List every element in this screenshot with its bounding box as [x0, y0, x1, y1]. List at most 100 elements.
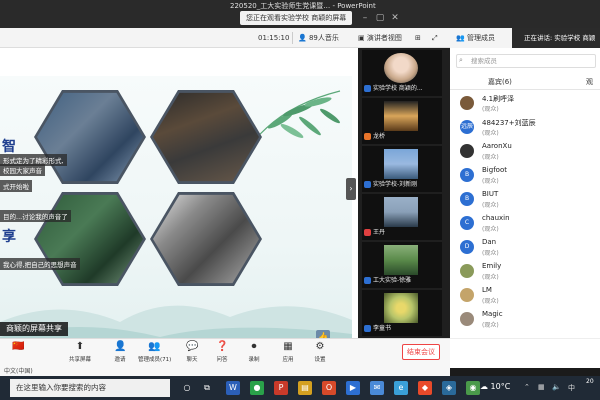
close-icon[interactable]: ✕: [390, 13, 400, 23]
participant-row[interactable]: Cchauxin (观众): [460, 214, 595, 236]
participant-name: AaronXu: [482, 142, 512, 150]
screen-share-notice: 您正在观看实验学校 商颖的屏幕: [240, 11, 353, 25]
control-label: 聊天: [186, 357, 198, 363]
participant-row[interactable]: Emily (观众): [460, 262, 595, 284]
participants-count-button[interactable]: 👤 89人音乐: [298, 32, 339, 44]
control-label: 问答: [216, 357, 228, 363]
taskbar-clock[interactable]: 20: [586, 378, 594, 385]
slide-caption: 式开始啦: [0, 180, 32, 192]
windows-start-icon[interactable]: [0, 376, 10, 400]
fullscreen-button[interactable]: ⤢: [432, 32, 438, 44]
participant-row[interactable]: 远辰 484237+刘蓝辰 (观众): [460, 118, 595, 140]
participant-row[interactable]: B Bigfoot (观众): [460, 166, 595, 188]
participant-video: [384, 245, 418, 275]
presenter-view-button[interactable]: ▣ 演讲者视图: [358, 32, 402, 44]
avatar: [460, 312, 474, 326]
control-icon: 🇨🇳: [12, 341, 25, 352]
participant-name: Magic: [482, 310, 503, 318]
participant-row[interactable]: LM (观众): [460, 286, 595, 308]
control-label: 邀请: [114, 357, 126, 363]
divider: [292, 32, 293, 44]
language-indicator: 中文(中国): [0, 368, 450, 376]
grid-view-button[interactable]: ⊞: [415, 32, 421, 44]
participant-video: [384, 53, 418, 83]
app-icon[interactable]: ◉: [466, 381, 480, 395]
control-label: 管理成员(71): [138, 357, 172, 363]
control-button[interactable]: 🇨🇳: [2, 341, 34, 355]
office-app-icon[interactable]: O: [322, 381, 336, 395]
video-tile[interactable]: 王丹: [362, 194, 442, 240]
control-icon: ❓: [216, 341, 229, 352]
chrome-app-icon[interactable]: ●: [250, 381, 264, 395]
word-app-icon[interactable]: W: [226, 381, 240, 395]
mail-app-icon[interactable]: ✉: [370, 381, 384, 395]
video-tile[interactable]: 工大实验-徐雅: [362, 242, 442, 288]
cloud-icon: ☁: [480, 382, 488, 391]
participant-row[interactable]: 4.1刷呼泽 (观众): [460, 94, 595, 116]
photo-hexagon-classroom-1: [34, 89, 146, 185]
powerpoint-title: 220520_工大实验师生党课暨… - PowerPoint: [230, 2, 376, 10]
slide-caption: 我心得,把自己的思想声音: [0, 258, 80, 270]
control-button[interactable]: 💬 聊天: [176, 341, 208, 363]
control-button[interactable]: ⚙ 设置: [304, 341, 336, 363]
meeting-app-icon[interactable]: ▶: [346, 381, 360, 395]
network-icon[interactable]: ▦: [538, 383, 545, 391]
control-button[interactable]: ❓ 问答: [206, 341, 238, 363]
video-tile-label: 实验学校-刘新刚: [373, 181, 418, 188]
control-button[interactable]: ▦ 应用: [272, 341, 304, 363]
video-tile[interactable]: 实验学校 商颖的...: [362, 50, 442, 96]
participant-role: (观众): [482, 322, 499, 329]
taskbar-search-input[interactable]: 在这里输入你要搜索的内容: [10, 379, 170, 397]
input-method-icon[interactable]: 中: [568, 383, 575, 393]
browser-app-icon[interactable]: e: [394, 381, 408, 395]
collapse-video-handle[interactable]: ›: [346, 178, 356, 200]
tab-guests[interactable]: 嘉宾(6): [488, 76, 512, 88]
minimize-icon[interactable]: –: [360, 13, 370, 23]
photos-app-icon[interactable]: ◆: [418, 381, 432, 395]
mic-icon: [364, 85, 371, 92]
participant-row[interactable]: AaronXu (观众): [460, 142, 595, 164]
weather-indicator[interactable]: ☁ 10°C: [480, 382, 510, 391]
control-button[interactable]: 👥 管理成员(71): [138, 341, 172, 363]
avatar: [460, 288, 474, 302]
mic-icon: [364, 181, 371, 188]
file-explorer-icon[interactable]: ▤: [298, 381, 312, 395]
participant-row[interactable]: Magic (观众): [460, 310, 595, 332]
store-app-icon[interactable]: ◈: [442, 381, 456, 395]
avatar: B: [460, 192, 474, 206]
photo-hexagon-classroom-4: [150, 191, 262, 287]
control-icon: 👤: [114, 341, 127, 352]
tab-audience[interactable]: 观: [586, 76, 593, 88]
avatar: C: [460, 216, 474, 230]
video-tile[interactable]: 龙桥: [362, 98, 442, 144]
powerpoint-app-icon[interactable]: P: [274, 381, 288, 395]
end-meeting-button[interactable]: 结束会议: [402, 344, 440, 360]
control-button[interactable]: ⏺ 录制: [238, 341, 270, 363]
search-members-input[interactable]: 搜索成员: [456, 54, 596, 68]
avatar: [460, 96, 474, 110]
control-button[interactable]: ⬆ 共享屏幕: [64, 341, 96, 363]
control-label: 共享屏幕: [68, 357, 91, 363]
participant-name: Emily: [482, 262, 502, 270]
control-icon: ⬆: [75, 341, 85, 352]
control-label: 应用: [282, 357, 294, 363]
participant-role: (观众): [482, 250, 499, 257]
participant-name: chauxin: [482, 214, 510, 222]
shared-screen: 智 享 形式定为了精彩形式, 校园大家声音 式开始啦 目的...讨论我的声音了 …: [0, 48, 358, 352]
participant-row[interactable]: D Dan (观众): [460, 238, 595, 260]
control-icon: 👥: [148, 341, 161, 352]
manage-members-title: 👥 管理成员: [456, 32, 495, 44]
mic-icon: [364, 229, 371, 236]
cortana-icon[interactable]: ○: [180, 381, 194, 395]
volume-icon[interactable]: 🔈: [552, 383, 561, 391]
slide-heading-char: 智: [2, 139, 16, 155]
video-tile[interactable]: 李童书: [362, 290, 442, 336]
restore-icon[interactable]: ▢: [375, 13, 385, 23]
video-tile[interactable]: 实验学校-刘新刚: [362, 146, 442, 192]
tray-icon[interactable]: ⌃: [524, 383, 530, 391]
control-button[interactable]: 👤 邀请: [104, 341, 136, 363]
participant-row[interactable]: B BIUT (观众): [460, 190, 595, 212]
task-view-icon[interactable]: ⧉: [200, 381, 214, 395]
participant-role: (观众): [482, 154, 499, 161]
control-label: 设置: [314, 357, 326, 363]
